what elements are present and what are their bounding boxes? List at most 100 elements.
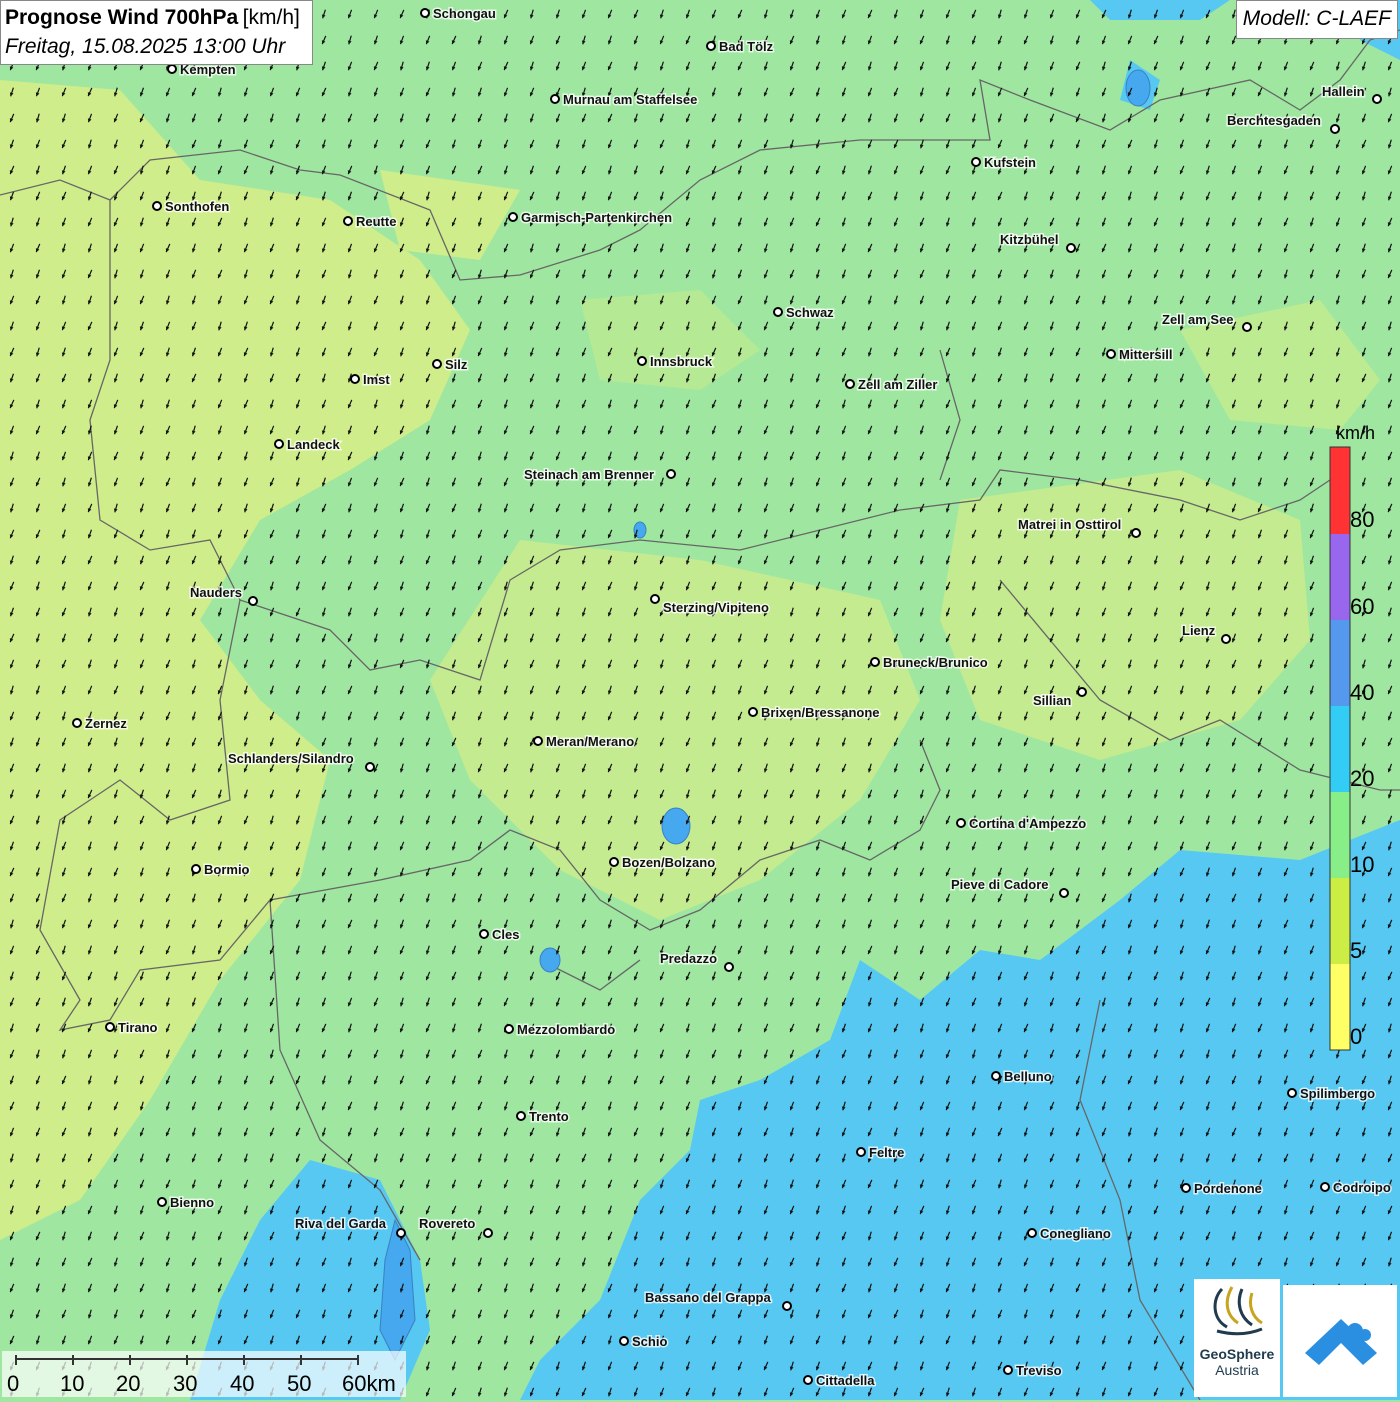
legend-color-1: [1330, 534, 1350, 620]
scale-label-0: 0: [7, 1371, 19, 1396]
wind-map: SchongauBad TölzKemptenMurnau am Staffel…: [0, 0, 1400, 1400]
city-marker[interactable]: Pordenone: [1182, 1181, 1262, 1196]
city-dot: [1321, 1183, 1329, 1191]
city-dot: [351, 375, 359, 383]
city-dot: [509, 213, 517, 221]
city-marker[interactable]: Bruneck/Brunico: [871, 655, 988, 670]
city-dot: [620, 1337, 628, 1345]
map-title-box: Prognose Wind 700hPa [km/h] Freitag, 15.…: [0, 0, 313, 65]
city-label: Mittersill: [1119, 347, 1172, 362]
city-label: Trento: [529, 1109, 569, 1124]
city-label: Nauders: [190, 585, 242, 600]
geosphere-logo[interactable]: GeoSphere Austria: [1194, 1279, 1280, 1397]
city-dot: [1078, 688, 1086, 696]
city-dot: [651, 595, 659, 603]
legend-tick-60: 60: [1350, 594, 1374, 619]
city-dot: [1107, 350, 1115, 358]
city-dot: [484, 1229, 492, 1237]
city-dot: [871, 658, 879, 666]
legend-color-6: [1330, 964, 1350, 1050]
legend-tick-10: 10: [1350, 852, 1374, 877]
city-label: Sterzing/Vipiteno: [663, 600, 769, 615]
city-label: Schongau: [433, 6, 496, 21]
city-label: Bruneck/Brunico: [883, 655, 988, 670]
city-dot: [1288, 1089, 1296, 1097]
city-label: Bienno: [170, 1195, 214, 1210]
city-label: Riva del Garda: [295, 1216, 387, 1231]
city-label: Matrei in Osttirol: [1018, 517, 1121, 532]
city-label: Rovereto: [419, 1216, 475, 1231]
city-dot: [551, 95, 559, 103]
geosphere-name: GeoSphere: [1194, 1346, 1280, 1362]
city-marker[interactable]: Spilimbergo: [1288, 1086, 1375, 1101]
legend-color-4: [1330, 792, 1350, 878]
city-label: Bad Tölz: [719, 39, 774, 54]
city-dot: [783, 1302, 791, 1310]
scale-bar-graphic: 0 10 20 30 40 50 60km: [2, 1351, 406, 1397]
city-dot: [1182, 1184, 1190, 1192]
city-label: Bozen/Bolzano: [622, 855, 715, 870]
city-marker[interactable]: Schongau: [421, 6, 496, 21]
app-logo[interactable]: [1283, 1285, 1397, 1397]
city-label: Zernez: [85, 716, 127, 731]
city-marker[interactable]: Zell am Ziller: [846, 377, 937, 392]
city-label: Pieve di Cadore: [951, 877, 1049, 892]
model-label: Modell: C-LAEF: [1236, 0, 1398, 39]
city-label: Meran/Merano: [546, 734, 634, 749]
city-label: Sonthofen: [165, 199, 229, 214]
city-label: Pordenone: [1194, 1181, 1262, 1196]
city-label: Murnau am Staffelsee: [563, 92, 697, 107]
geosphere-emblem-icon: [1202, 1279, 1272, 1339]
city-label: Schwaz: [786, 305, 834, 320]
city-label: Bormio: [204, 862, 250, 877]
legend-tick-40: 40: [1350, 680, 1374, 705]
legend-tick-80: 80: [1350, 507, 1374, 532]
city-label: Kitzbühel: [1000, 232, 1059, 247]
city-dot: [992, 1072, 1000, 1080]
city-dot: [192, 865, 200, 873]
city-dot: [421, 9, 429, 17]
city-marker[interactable]: Murnau am Staffelsee: [551, 92, 697, 107]
legend-color-3: [1330, 706, 1350, 792]
city-marker[interactable]: Bozen/Bolzano: [610, 855, 715, 870]
city-dot: [1060, 889, 1068, 897]
city-dot: [249, 597, 257, 605]
city-label: Brixen/Bressanone: [761, 705, 880, 720]
geosphere-country: Austria: [1194, 1362, 1280, 1378]
legend-color-5: [1330, 878, 1350, 964]
city-label: Zell am See: [1162, 312, 1234, 327]
city-dot: [846, 380, 854, 388]
city-dot: [1222, 635, 1230, 643]
city-marker[interactable]: Mezzolombardo: [505, 1022, 615, 1037]
city-dot: [857, 1148, 865, 1156]
city-dot: [153, 202, 161, 210]
city-label: Reutte: [356, 214, 396, 229]
city-dot: [517, 1112, 525, 1120]
city-label: Treviso: [1016, 1363, 1062, 1378]
city-marker[interactable]: Steinach am Brenner: [524, 467, 675, 482]
city-label: Imst: [363, 372, 390, 387]
city-marker[interactable]: Conegliano: [1028, 1226, 1111, 1241]
city-marker[interactable]: Sonthofen: [153, 199, 229, 214]
city-label: Cittadella: [816, 1373, 875, 1388]
city-dot: [534, 737, 542, 745]
city-marker[interactable]: Meran/Merano: [534, 734, 634, 749]
map-title-unit: [km/h]: [243, 6, 300, 29]
city-dot: [1243, 323, 1251, 331]
city-label: Schlanders/Silandro: [228, 751, 354, 766]
city-marker[interactable]: Brixen/Bressanone: [749, 705, 880, 720]
city-dot: [397, 1229, 405, 1237]
city-dot: [106, 1023, 114, 1031]
city-label: Schio: [632, 1334, 667, 1349]
legend-unit: km/h: [1336, 423, 1375, 444]
city-dot: [957, 819, 965, 827]
mountain-cloud-icon: [1283, 1285, 1397, 1397]
city-label: Bassano del Grappa: [645, 1290, 771, 1305]
city-dot: [638, 357, 646, 365]
city-marker[interactable]: Cortina d'Ampezzo: [957, 816, 1086, 831]
city-label: Hallein: [1322, 84, 1365, 99]
city-dot: [804, 1376, 812, 1384]
city-dot: [366, 763, 374, 771]
city-marker[interactable]: Garmisch-Partenkirchen: [509, 210, 672, 225]
city-marker[interactable]: Innsbruck: [638, 354, 713, 369]
